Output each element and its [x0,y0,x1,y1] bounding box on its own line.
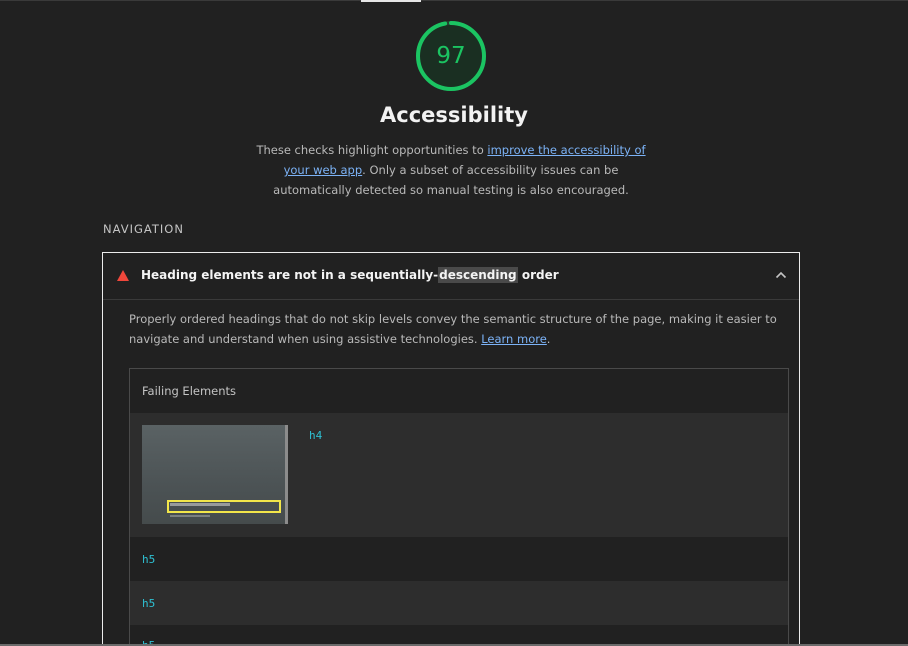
fail-triangle-icon [117,270,129,281]
table-row[interactable]: h4 [130,413,788,537]
table-header: Failing Elements [130,369,788,413]
audit-title-start: Heading elements are not in a sequential… [141,268,439,282]
audit-description: Properly ordered headings that do not sk… [129,309,789,349]
audit-description-end: . [546,332,551,346]
active-tab-indicator [361,0,421,2]
top-divider [0,0,908,1]
audit-header[interactable]: Heading elements are not in a sequential… [103,253,799,300]
highlight-box [167,500,281,513]
category-title: Accessibility [380,103,528,127]
lighthouse-report: 97 Accessibility These checks highlight … [0,0,908,646]
audit-description-text: Properly ordered headings that do not sk… [129,312,777,346]
audit-title-end: order [517,268,559,282]
thumbnail-edge [285,425,288,524]
table-row[interactable]: h5 [130,537,788,581]
audit-heading-order: Heading elements are not in a sequential… [102,252,800,646]
element-screenshot-thumbnail[interactable] [142,425,288,524]
chevron-up-icon[interactable] [775,271,787,279]
learn-more-link[interactable]: Learn more [481,332,547,346]
score-value: 97 [436,43,466,69]
description-text: These checks highlight opportunities to [256,143,488,157]
score-gauge[interactable]: 97 [414,19,488,93]
table-row[interactable]: h5 [130,581,788,625]
element-label: h5 [142,597,156,610]
element-label: h4 [309,429,323,442]
audit-title-highlight: descending [438,267,518,283]
failing-elements-table: Failing Elements h4 h5 h5 h5 [129,368,789,646]
element-label: h5 [142,553,156,566]
thumbnail-subtext [170,515,210,517]
table-row[interactable]: h5 [130,625,788,646]
category-description: These checks highlight opportunities to … [250,140,652,200]
audit-title: Heading elements are not in a sequential… [141,267,559,283]
group-heading-navigation: NAVIGATION [103,222,184,236]
